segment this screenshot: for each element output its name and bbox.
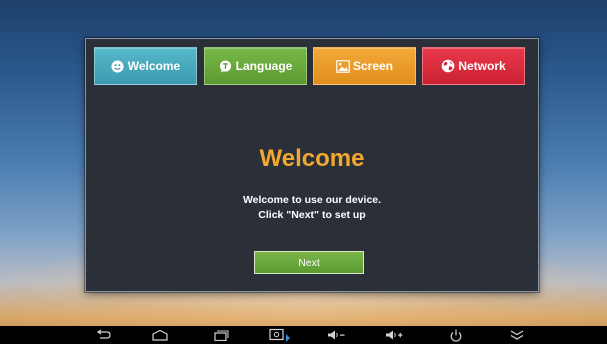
tab-screen[interactable]: Screen — [313, 47, 416, 85]
tab-language-label: Language — [235, 59, 293, 73]
next-button[interactable]: Next — [254, 251, 364, 274]
welcome-message-line1: Welcome to use our device. — [242, 194, 382, 206]
volume-up-icon[interactable] — [379, 326, 409, 344]
power-icon[interactable] — [441, 326, 471, 344]
welcome-message-line2: Click "Next" to set up — [258, 209, 366, 221]
tab-welcome-label: Welcome — [127, 59, 181, 73]
collapse-icon[interactable] — [502, 326, 532, 344]
recent-apps-icon[interactable] — [205, 326, 235, 344]
volume-down-icon[interactable] — [321, 326, 351, 344]
speech-bubble-icon — [219, 59, 233, 73]
page-title: Welcome — [259, 145, 365, 172]
back-icon[interactable] — [89, 326, 119, 344]
tab-network-label: Network — [458, 59, 506, 73]
tab-screen-label: Screen — [352, 59, 394, 73]
tab-welcome[interactable]: Welcome — [94, 47, 197, 85]
image-icon — [336, 59, 350, 73]
tab-language[interactable]: Language — [204, 47, 307, 85]
screenshot-icon[interactable] — [265, 326, 295, 344]
home-icon[interactable] — [145, 326, 175, 344]
tab-network[interactable]: Network — [422, 47, 525, 85]
globe-icon — [441, 59, 455, 73]
setup-wizard-panel: Welcome Language Screen Network Welcome … — [85, 38, 539, 292]
smiley-icon — [111, 59, 125, 73]
system-navigation-bar — [0, 326, 607, 344]
